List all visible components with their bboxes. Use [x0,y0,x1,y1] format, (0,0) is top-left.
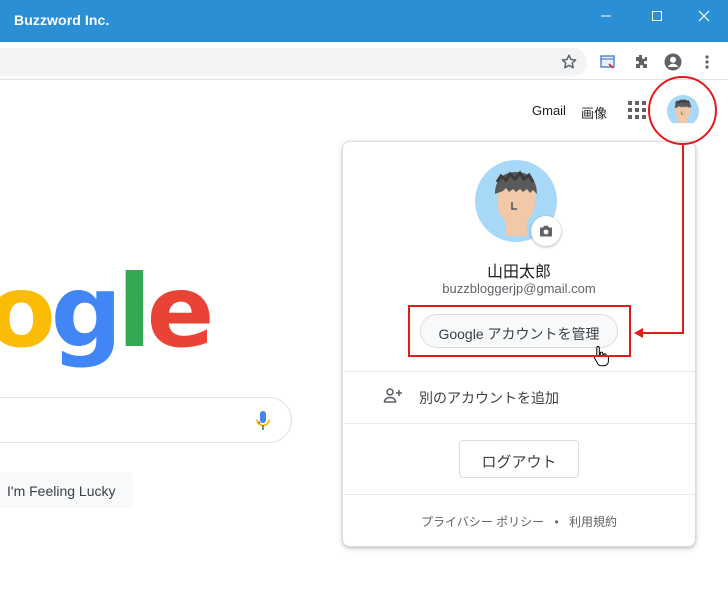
add-person-icon [383,387,403,405]
window-title: Buzzword Inc. [14,12,110,28]
maximize-icon [652,11,662,21]
feeling-lucky-button[interactable]: I'm Feeling Lucky [0,472,133,508]
images-link[interactable]: 画像 [581,103,607,122]
logo-letter-g: g [50,253,123,370]
divider [343,423,695,424]
privacy-policy-link[interactable]: プライバシー ポリシー [421,513,544,530]
popup-footer: プライバシー ポリシー • 利用規約 [342,513,696,530]
address-bar[interactable] [0,48,587,76]
google-logo: ogle [0,253,215,370]
maximize-button[interactable] [643,6,673,26]
account-email: buzzbloggerjp@gmail.com [442,281,596,296]
annotation-circle [648,76,717,145]
account-name: 山田太郎 [486,264,551,281]
browser-toolbar [0,42,728,80]
mic-icon[interactable] [254,410,272,432]
extensions-icon[interactable] [631,52,651,72]
annotation-box [408,305,631,357]
browser-window: Buzzword Inc. Gmail 画像 ogle I'm Feeling … [0,0,728,600]
camera-icon [540,225,552,237]
annotation-arrowhead [634,328,643,338]
profile-icon[interactable] [663,52,683,72]
search-input[interactable] [0,397,292,443]
gmail-link[interactable]: Gmail [532,103,566,118]
menu-icon[interactable] [697,52,717,72]
tab-search-icon[interactable] [598,52,618,72]
logo-letter-l: l [117,253,151,370]
minimize-icon [601,15,611,17]
title-bar: Buzzword Inc. [0,0,728,42]
change-photo-button[interactable] [531,216,561,246]
divider [343,494,695,495]
minimize-button[interactable] [592,6,622,26]
close-button[interactable] [690,6,720,26]
star-icon[interactable] [559,52,579,72]
footer-dot: • [554,515,559,529]
annotation-line-horizontal [642,332,684,334]
terms-link[interactable]: 利用規約 [569,513,617,530]
apps-icon[interactable] [628,101,646,119]
close-icon [698,10,710,22]
logo-letter-o: o [0,253,56,370]
add-account-label: 別のアカウントを追加 [419,390,559,406]
logo-letter-e: e [146,253,215,370]
annotation-line-vertical [682,145,684,333]
logout-button[interactable]: ログアウト [459,440,579,478]
